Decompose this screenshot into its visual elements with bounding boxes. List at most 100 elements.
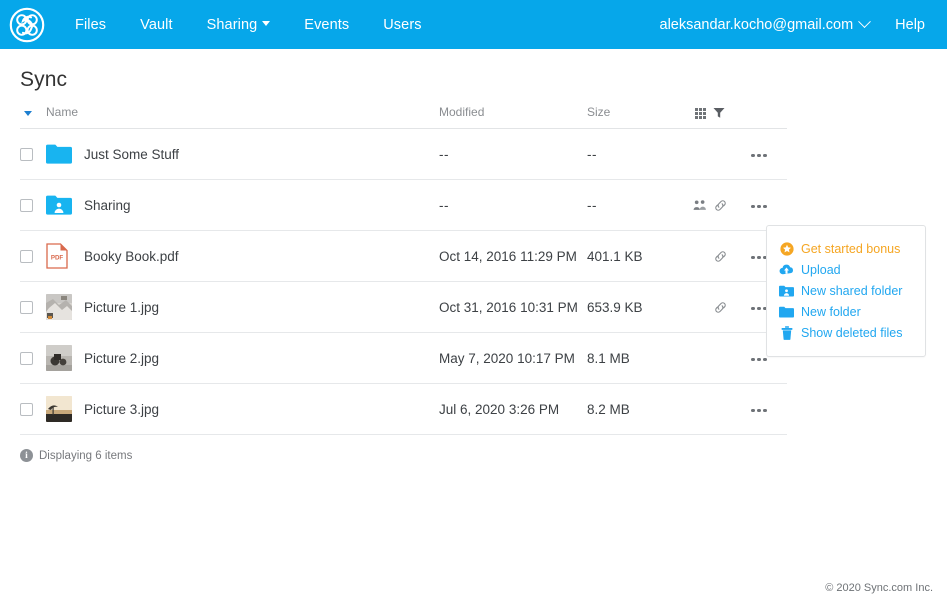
nav-label: Users [383, 16, 422, 33]
row-checkbox-cell [20, 128, 46, 180]
row-checkbox[interactable] [20, 148, 33, 162]
row-name[interactable]: Booky Book.pdf [84, 230, 440, 282]
row-name[interactable]: Picture 1.jpg [84, 281, 440, 333]
chevron-down-icon [262, 21, 271, 27]
row-icon-cell [46, 179, 84, 231]
row-modified: Oct 31, 2016 10:31 PM [439, 281, 588, 333]
nav-label: Vault [140, 16, 173, 33]
th-size[interactable]: Size [587, 105, 694, 129]
row-options-button[interactable] [747, 148, 771, 164]
copyright-text: © 2020 Sync.com Inc. [825, 582, 933, 594]
upload-cloud-icon [779, 262, 794, 277]
row-menu-cell [747, 383, 788, 435]
row-modified: -- [439, 179, 588, 231]
link-icon[interactable] [714, 301, 727, 314]
row-icon-cell [46, 332, 84, 384]
nav-item-vault[interactable]: Vault [123, 11, 189, 39]
action-new-folder[interactable]: New folder [779, 301, 914, 322]
row-name[interactable]: Sharing [84, 179, 440, 231]
nav-label: Files [75, 16, 107, 33]
row-modified: May 7, 2020 10:17 PM [439, 332, 588, 384]
pdf-file-icon: PDF [46, 243, 68, 269]
action-new-shared-folder[interactable]: New shared folder [779, 280, 914, 301]
table-row[interactable]: Picture 2.jpg May 7, 2020 10:17 PM 8.1 M… [20, 332, 788, 384]
sync-logo[interactable] [8, 6, 46, 44]
action-show-deleted-files[interactable]: Show deleted files [779, 322, 914, 343]
row-modified: Jul 6, 2020 3:26 PM [439, 383, 588, 435]
row-checkbox-cell [20, 332, 46, 384]
item-count-status: i Displaying 6 items [20, 449, 927, 462]
row-checkbox[interactable] [20, 403, 33, 417]
table-row[interactable]: Picture 1.jpg Oct 31, 2016 10:31 PM 653.… [20, 281, 788, 333]
table-row[interactable]: Sharing -- -- [20, 179, 788, 231]
action-label: Upload [801, 262, 841, 277]
help-link[interactable]: Help [875, 11, 933, 39]
th-name[interactable]: Name [46, 105, 440, 129]
action-get-started-bonus[interactable]: Get started bonus [779, 238, 914, 259]
row-size: 653.9 KB [587, 281, 694, 333]
nav-item-users[interactable]: Users [366, 11, 438, 39]
th-modified[interactable]: Modified [439, 105, 588, 129]
action-label: New shared folder [801, 283, 903, 298]
shared-folder-icon [46, 195, 72, 215]
row-options-button[interactable] [747, 199, 771, 215]
grid-view-icon[interactable] [695, 107, 707, 119]
shared-users-icon[interactable] [693, 199, 707, 211]
row-checkbox-cell [20, 281, 46, 333]
row-name[interactable]: Just Some Stuff [84, 128, 440, 180]
chevron-down-icon [858, 15, 872, 29]
link-icon[interactable] [714, 199, 727, 212]
action-label: New folder [801, 304, 861, 319]
row-name[interactable]: Picture 3.jpg [84, 383, 440, 435]
link-icon[interactable] [714, 250, 727, 263]
row-checkbox-cell [20, 179, 46, 231]
row-icon-cell [46, 128, 84, 180]
row-checkbox[interactable] [20, 301, 33, 315]
image-thumbnail [46, 345, 72, 371]
image-thumbnail [46, 396, 72, 422]
shared-folder-icon [779, 283, 794, 298]
nav-label: Sharing [206, 16, 258, 33]
trash-icon [779, 325, 794, 340]
row-options-button[interactable] [747, 403, 771, 419]
row-icon-cell [46, 383, 84, 435]
action-label: Get started bonus [801, 241, 901, 256]
table-body: Just Some Stuff -- -- Sharing -- -- PDF … [20, 128, 788, 435]
table-row[interactable]: Just Some Stuff -- -- [20, 128, 788, 180]
table-row[interactable]: PDF Booky Book.pdf Oct 14, 2016 11:29 PM… [20, 230, 788, 282]
table-row[interactable]: Picture 3.jpg Jul 6, 2020 3:26 PM 8.2 MB [20, 383, 788, 435]
file-list-table: Name Modified Size Just Some Stuff -- --… [20, 105, 788, 435]
top-nav-right: aleksandar.kocho@gmail.com Help [654, 11, 933, 39]
row-share-icons [693, 281, 748, 333]
row-checkbox[interactable] [20, 199, 33, 213]
row-name[interactable]: Picture 2.jpg [84, 332, 440, 384]
row-checkbox[interactable] [20, 352, 33, 366]
image-thumbnail [46, 294, 72, 320]
star-bonus-icon [779, 241, 794, 256]
row-share-icons [693, 332, 748, 384]
account-email: aleksandar.kocho@gmail.com [659, 16, 854, 33]
row-icon-cell [46, 281, 84, 333]
row-size: 8.2 MB [587, 383, 694, 435]
row-checkbox-cell [20, 383, 46, 435]
account-menu[interactable]: aleksandar.kocho@gmail.com [654, 11, 876, 39]
table-header: Name Modified Size [20, 105, 788, 129]
row-share-icons [693, 230, 748, 282]
main-content: Name Modified Size Just Some Stuff -- --… [0, 105, 947, 462]
sort-descending-icon[interactable] [24, 111, 32, 116]
th-sort [20, 105, 46, 129]
filter-icon[interactable] [713, 107, 725, 119]
folder-icon [46, 144, 72, 164]
action-upload[interactable]: Upload [779, 259, 914, 280]
action-label: Show deleted files [801, 325, 903, 340]
row-checkbox[interactable] [20, 250, 33, 264]
nav-item-files[interactable]: Files [58, 11, 123, 39]
row-modified: -- [439, 128, 588, 180]
actions-panel: Get started bonus Upload New shared fold… [766, 225, 926, 357]
row-checkbox-cell [20, 230, 46, 282]
nav-item-sharing[interactable]: Sharing [190, 11, 288, 39]
row-modified: Oct 14, 2016 11:29 PM [439, 230, 588, 282]
folder-icon [779, 304, 794, 319]
nav-item-events[interactable]: Events [287, 11, 366, 39]
row-share-icons [693, 128, 748, 180]
